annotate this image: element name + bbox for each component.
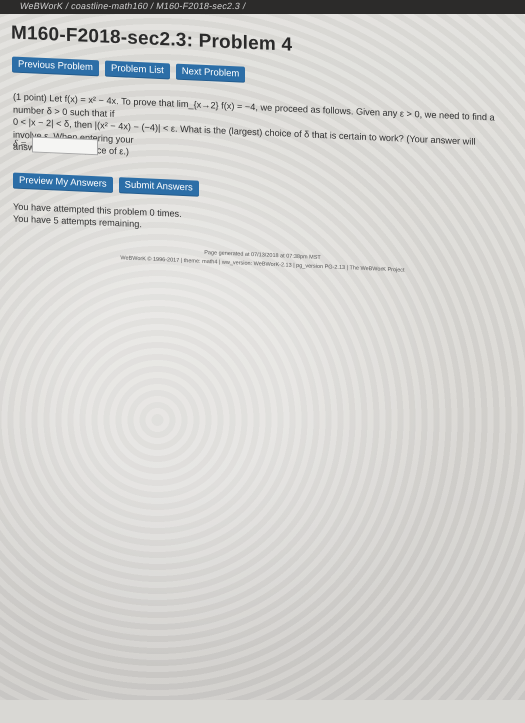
problem-nav: Previous Problem Problem List Next Probl… bbox=[12, 56, 246, 83]
previous-problem-button[interactable]: Previous Problem bbox=[12, 56, 99, 77]
page-title: M160-F2018-sec2.3: Problem 4 bbox=[11, 22, 293, 56]
page-footer: Page generated at 07/13/2018 at 07:38pm … bbox=[0, 240, 525, 281]
answer-label: δ = bbox=[13, 138, 27, 150]
preview-answers-button[interactable]: Preview My Answers bbox=[13, 172, 113, 193]
problem-list-button[interactable]: Problem List bbox=[104, 60, 170, 80]
attempts-status: You have attempted this problem 0 times.… bbox=[13, 201, 182, 232]
submit-answers-button[interactable]: Submit Answers bbox=[118, 177, 199, 197]
delta-answer-input[interactable] bbox=[31, 136, 98, 156]
webwork-page: M160-F2018-sec2.3: Problem 4 Previous Pr… bbox=[0, 0, 525, 723]
problem-statement: (1 point) Let f(x) = x² − 4x. To prove t… bbox=[13, 91, 499, 175]
next-problem-button[interactable]: Next Problem bbox=[175, 63, 246, 83]
answer-actions: Preview My Answers Submit Answers bbox=[13, 172, 199, 197]
